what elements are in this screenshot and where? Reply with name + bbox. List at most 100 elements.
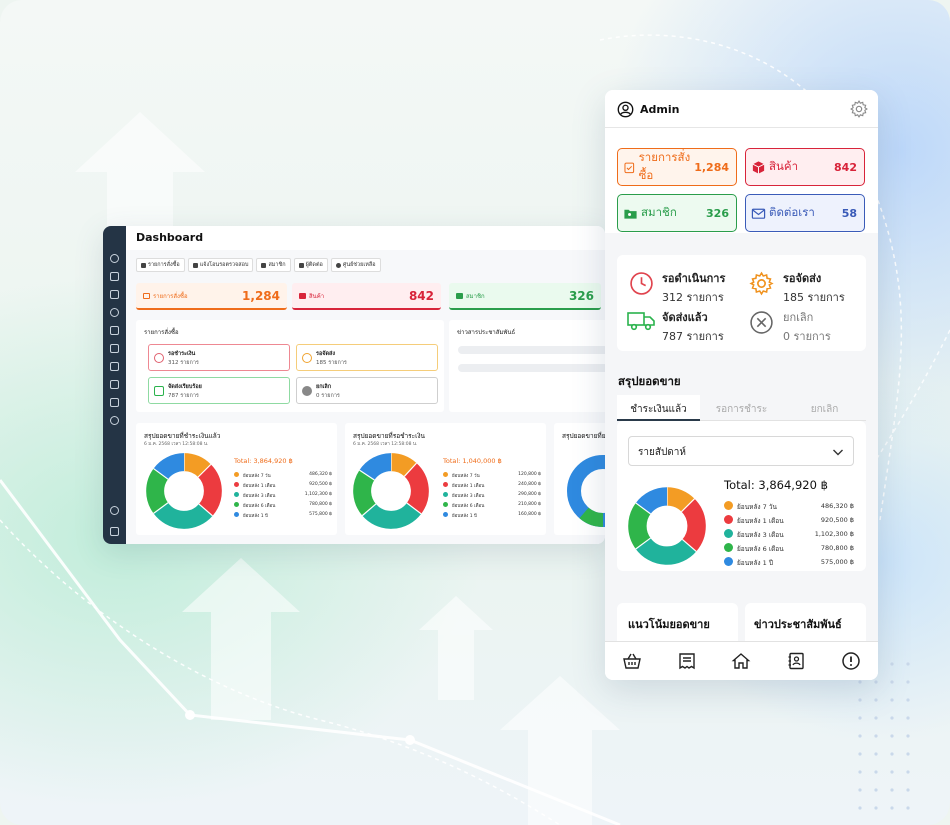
news-panel-title: ข่าวสารประชาสัมพันธ์ [457,329,516,336]
legend-item: ย้อนหลัง 3 เดือน 1,102,300 ฿ [724,528,854,540]
users-icon[interactable] [110,272,119,281]
donut-slice [628,502,651,549]
period-select[interactable]: รายสัปดาห์ [628,436,854,466]
gear-icon [302,353,312,363]
truck-icon [627,312,655,331]
nav-orders[interactable]: รายการสั่งซื้อ [136,258,185,272]
bag-icon[interactable] [110,380,119,389]
sales-summary-title: สรุปยอดขาย [618,374,681,388]
mobile-stat-members[interactable]: สมาชิก 326 [617,194,737,232]
info-icon[interactable] [841,651,861,671]
page-title: Dashboard [136,231,204,244]
archive-icon[interactable] [110,344,119,353]
clipboard-icon [624,162,635,173]
desktop-sidebar [103,226,126,544]
truck-icon [154,386,164,396]
sales-paid-subtitle: 6 ม.ค. 2568 เวลา 12:58:08 น. [144,442,209,447]
payment-icon[interactable] [110,326,119,335]
mail-icon [751,208,766,219]
desktop-nav: รายการสั่งซื้อ แจ้งโอนรอตรวจสอบ สมาชิก ผ… [136,258,381,272]
order-status-awaiting-shipment[interactable]: รอจัดส่ง 185 รายการ [296,344,438,371]
stat-orders[interactable]: รายการสั่งซื้อ 1,284 [136,283,287,310]
mobile-stat-products[interactable]: สินค้า 842 [745,148,865,186]
nav-contacts[interactable]: ผู้ติดต่อ [293,258,328,272]
legend-item: ย้อนหลัง 1 ปี 575,000 ฿ [724,556,854,568]
stat-products[interactable]: สินค้า 842 [292,283,441,310]
order-status-card: รอดำเนินการ 312 รายการ รอจัดส่ง 185 รายก… [617,255,866,351]
nav-transfer[interactable]: แจ้งโอนรอตรวจสอบ [187,258,254,272]
donut-slice [666,487,695,513]
tab-paid[interactable]: ชำระเงินแล้ว [617,395,700,421]
order-status-pending-payment[interactable]: รอชำระเงิน 312 รายการ [148,344,290,371]
sales-paid-total: Total: 3,864,920 ฿ [234,457,293,465]
news-panel: ข่าวสารประชาสัมพันธ์ [449,320,605,412]
donut-slice [403,463,429,514]
user-name: Admin [640,103,680,116]
gear-icon [749,271,774,296]
logout-icon[interactable] [110,527,119,536]
box-icon[interactable] [110,362,119,371]
donut-slice [635,537,697,565]
mobile-sales-donut [628,487,706,565]
desktop-dashboard: Dashboard รายการสั่งซื้อ แจ้งโอนรอตรวจสอ… [103,226,605,544]
donut-slice [359,453,392,481]
donut-slice [146,468,169,514]
tab-pending[interactable]: รอการชำระ [700,395,783,420]
sales-cancelled-title: สรุปยอดขายที่ย [562,432,605,440]
news-placeholder-2 [458,364,605,372]
donut-slice [153,502,213,529]
donut-slice [390,453,417,477]
home-icon[interactable] [731,651,751,671]
clock-icon [154,353,164,363]
nav-help[interactable]: ศูนย์ช่วยเหลือ [330,258,381,272]
members-folder-icon [624,209,637,219]
orders-panel: รายการสั่งซื้อ รอชำระเงิน 312 รายการ รอจ… [136,320,444,412]
status-cancelled[interactable]: ยกเลิก 0 รายการ [783,308,831,345]
status-pending[interactable]: รอดำเนินการ 312 รายการ [662,269,725,306]
chart-icon[interactable] [110,308,119,317]
user-icon[interactable] [617,101,634,118]
sales-tabs: ชำระเงินแล้ว รอการชำระ ยกเลิก [617,395,866,421]
sales-pending-donut [353,453,429,529]
receipt-icon[interactable] [677,651,697,671]
chevron-down-icon [833,449,843,456]
mobile-header: Admin [605,90,878,128]
alert-icon [302,386,312,396]
basket-icon[interactable] [622,651,642,671]
mobile-body: รายการสั่งซื้อ 1,284 สินค้า 842 สมาชิก 3… [605,128,878,663]
document-icon[interactable] [110,398,119,407]
sales-paid-donut [146,453,222,529]
stat-members[interactable]: สมาชิก 326 [449,283,601,310]
news-placeholder-1 [458,346,605,354]
status-shipped[interactable]: จัดส่งแล้ว 787 รายการ [662,308,724,345]
donut-slice [362,502,422,529]
orders-icon[interactable] [110,290,119,299]
info-icon[interactable] [110,506,119,515]
cancel-icon [750,311,773,334]
order-status-shipped[interactable]: จัดส่งเรียบร้อย 787 รายการ [148,377,290,404]
desktop-main: Dashboard รายการสั่งซื้อ แจ้งโอนรอตรวจสอ… [126,226,605,544]
mobile-dashboard: Admin รายการสั่งซื้อ 1,284 สินค้า 842 สม… [605,90,878,680]
orders-panel-title: รายการสั่งซื้อ [144,329,179,336]
mobile-stat-orders[interactable]: รายการสั่งซื้อ 1,284 [617,148,737,186]
donut-slice [153,453,185,480]
sales-pending-total: Total: 1,040,000 ฿ [443,457,502,465]
bottom-nav [605,641,878,680]
legend-item: ย้อนหลัง 7 วัน 486,320 ฿ [724,500,854,512]
order-status-cancelled[interactable]: ยกเลิก 0 รายการ [296,377,438,404]
news-title: ข่าวประชาสัมพันธ์ [754,618,842,631]
tab-cancelled[interactable]: ยกเลิก [783,395,866,420]
box-icon [752,160,765,174]
contacts-icon[interactable] [786,651,806,671]
donut-slice [183,453,211,478]
nav-members[interactable]: สมาชิก [256,258,291,272]
donut-slice [681,498,706,552]
status-awaiting-shipment[interactable]: รอจัดส่ง 185 รายการ [783,269,845,306]
mobile-stat-contact[interactable]: ติดต่อเรา 58 [745,194,865,232]
donut-slice [197,464,222,516]
sales-cancelled-donut [567,455,605,528]
settings-icon[interactable] [110,416,119,425]
gear-icon[interactable] [849,99,869,119]
globe-icon[interactable] [110,254,119,263]
clock-icon [630,272,653,295]
